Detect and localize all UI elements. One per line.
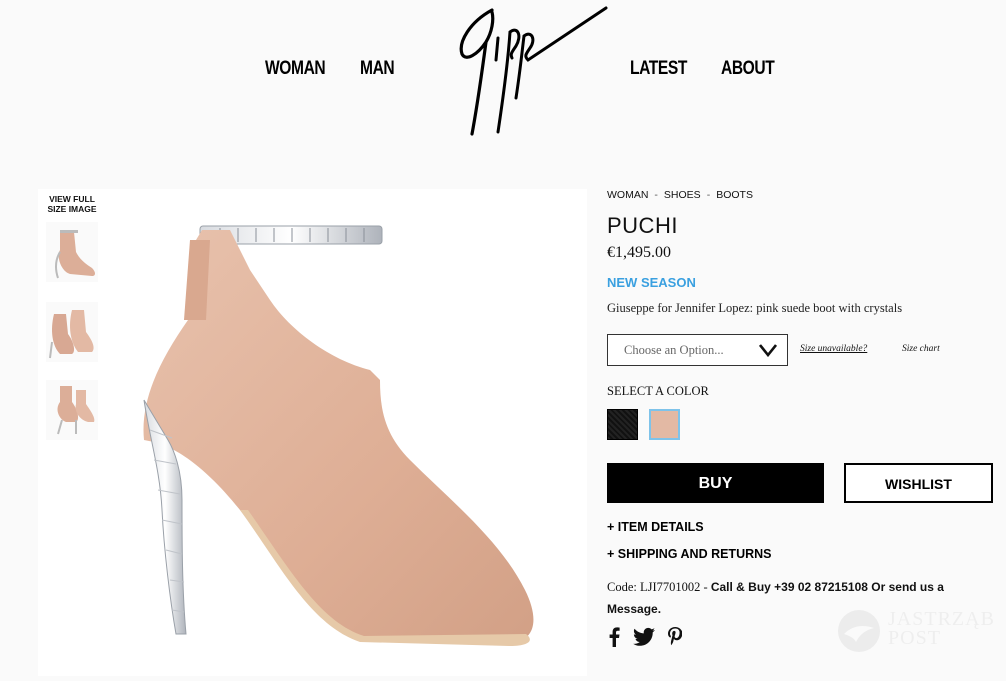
chevron-down-icon [759, 344, 777, 357]
new-season-badge: NEW SEASON [607, 275, 696, 290]
nav-about[interactable]: ABOUT [721, 58, 775, 80]
jastrzab-post-watermark: JASTRZĄB POST [836, 608, 994, 659]
product-price: €1,495.00 [607, 244, 671, 261]
view-full-size-link[interactable]: VIEW FULL SIZE IMAGE [40, 194, 104, 214]
size-unavailable-link[interactable]: Size unavailable? [800, 344, 867, 354]
breadcrumb-separator: - [706, 189, 711, 201]
color-swatch-black[interactable] [607, 409, 638, 440]
product-code: Code: LJI7701002 - [607, 580, 711, 594]
buy-button[interactable]: BUY [607, 463, 824, 503]
shipping-returns-toggle[interactable]: + SHIPPING AND RETURNS [607, 547, 772, 561]
breadcrumb-woman[interactable]: WOMAN [607, 189, 648, 201]
facebook-icon[interactable] [608, 627, 620, 647]
giuseppe-signature-logo[interactable] [452, 2, 612, 140]
size-chart-link[interactable]: Size chart [902, 344, 940, 354]
twitter-icon[interactable] [633, 627, 655, 647]
product-description: Giuseppe for Jennifer Lopez: pink suede … [607, 301, 903, 315]
thumbnail-side-view[interactable] [46, 222, 98, 282]
select-color-label: SELECT A COLOR [607, 384, 709, 398]
nav-man[interactable]: MAN [360, 58, 395, 80]
size-select-placeholder: Choose an Option... [624, 343, 724, 357]
breadcrumb-boots[interactable]: BOOTS [716, 189, 753, 201]
nav-woman[interactable]: WOMAN [265, 58, 326, 80]
breadcrumb: WOMAN - SHOES - BOOTS [607, 189, 753, 201]
watermark-bird-icon [838, 610, 880, 652]
product-title: PUCHI [607, 213, 678, 238]
nav-latest[interactable]: LATEST [630, 58, 687, 80]
breadcrumb-shoes[interactable]: SHOES [664, 189, 701, 201]
pinterest-icon[interactable] [668, 627, 682, 647]
size-select[interactable]: Choose an Option... [607, 334, 788, 366]
thumbnail-pair-view[interactable] [46, 302, 98, 362]
pink-suede-boot-image [143, 225, 534, 646]
thumbnail-back-view[interactable] [46, 380, 98, 440]
item-details-toggle[interactable]: + ITEM DETAILS [607, 520, 704, 534]
color-swatch-pink[interactable] [649, 409, 680, 440]
watermark-line-2: POST [888, 627, 941, 649]
breadcrumb-separator: - [654, 189, 658, 201]
wishlist-button[interactable]: WISHLIST [844, 463, 993, 503]
